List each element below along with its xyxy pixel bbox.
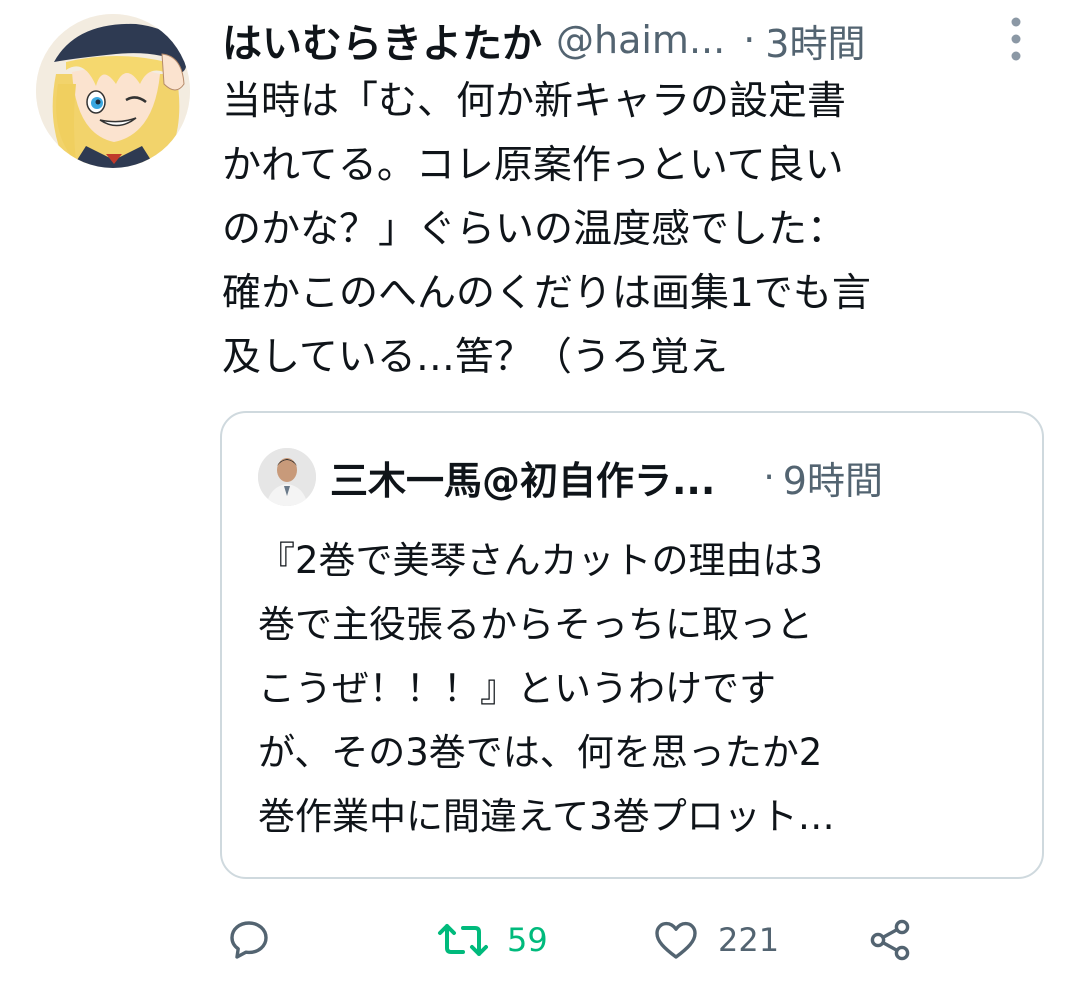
tweet-action-bar: 59 221	[0, 910, 1080, 970]
like-button[interactable]: 221	[652, 910, 779, 970]
share-button[interactable]	[866, 910, 914, 970]
author-display-name[interactable]: はいむらきよたか	[222, 11, 542, 69]
heart-icon	[655, 921, 697, 959]
reply-icon	[230, 921, 268, 959]
tweet-text: 当時は「む、何か新キャラの設定書 かれてる。コレ原案作っといて良い のかな？」ぐ…	[222, 70, 1052, 390]
tweet-timestamp[interactable]: 3時間	[765, 13, 865, 68]
quoted-tweet-card[interactable]: 三木一馬@初自作ラ... · 9時間 『2巻で美琴さんカットの理由は3 巻で主役…	[220, 411, 1044, 879]
author-avatar[interactable]	[36, 14, 190, 168]
tweet-text-line: のかな？」ぐらいの温度感でした：	[222, 207, 847, 252]
retweet-button[interactable]: 59	[437, 910, 548, 970]
retweet-icon	[438, 924, 488, 956]
share-icon	[870, 919, 910, 961]
quoted-text-line: 『2巻で美琴さんカットの理由は3	[258, 539, 824, 582]
avatar-illustration	[36, 14, 190, 168]
tweet[interactable]: はいむらきよたか @haim... · 3時間 当時は「む、何か新キャラの設定書…	[0, 0, 1080, 1002]
tweet-text-line: 当時は「む、何か新キャラの設定書	[222, 79, 847, 124]
more-options-icon[interactable]	[1010, 16, 1022, 62]
author-handle[interactable]: @haim...	[556, 18, 725, 62]
tweet-header: はいむらきよたか @haim... · 3時間	[222, 10, 1062, 70]
quoted-tweet-text: 『2巻で美琴さんカットの理由は3 巻で主役張るからそっちに取っと こうぜ！！！』…	[258, 529, 1028, 849]
like-count: 221	[718, 921, 780, 959]
quoted-avatar-photo	[258, 448, 316, 506]
header-separator: ·	[743, 18, 756, 62]
quoted-text-line: 巻で主役張るからそっちに取っと	[258, 603, 813, 646]
quoted-author-display-name: 三木一馬@初自作ラ...	[330, 458, 716, 503]
tweet-text-line: 及している…筈？（うろ覚え	[222, 335, 728, 380]
quoted-author-avatar	[258, 448, 316, 506]
quoted-text-line: 巻作業中に間違えて3巻プロット…	[258, 795, 835, 838]
retweet-count: 59	[507, 921, 548, 959]
quoted-tweet-header: 三木一馬@初自作ラ... · 9時間	[258, 447, 1018, 507]
tweet-text-line: 確かこのへんのくだりは画集1でも言	[222, 271, 871, 316]
tweet-text-line: かれてる。コレ原案作っといて良い	[222, 143, 844, 188]
quoted-text-line: が、その3巻では、何を思ったか2	[258, 731, 823, 774]
quoted-tweet-timestamp: 9時間	[782, 458, 883, 503]
quoted-header-separator: ·	[763, 456, 775, 498]
quoted-text-line: こうぜ！！！』というわけです	[258, 667, 776, 710]
reply-button[interactable]	[225, 910, 273, 970]
